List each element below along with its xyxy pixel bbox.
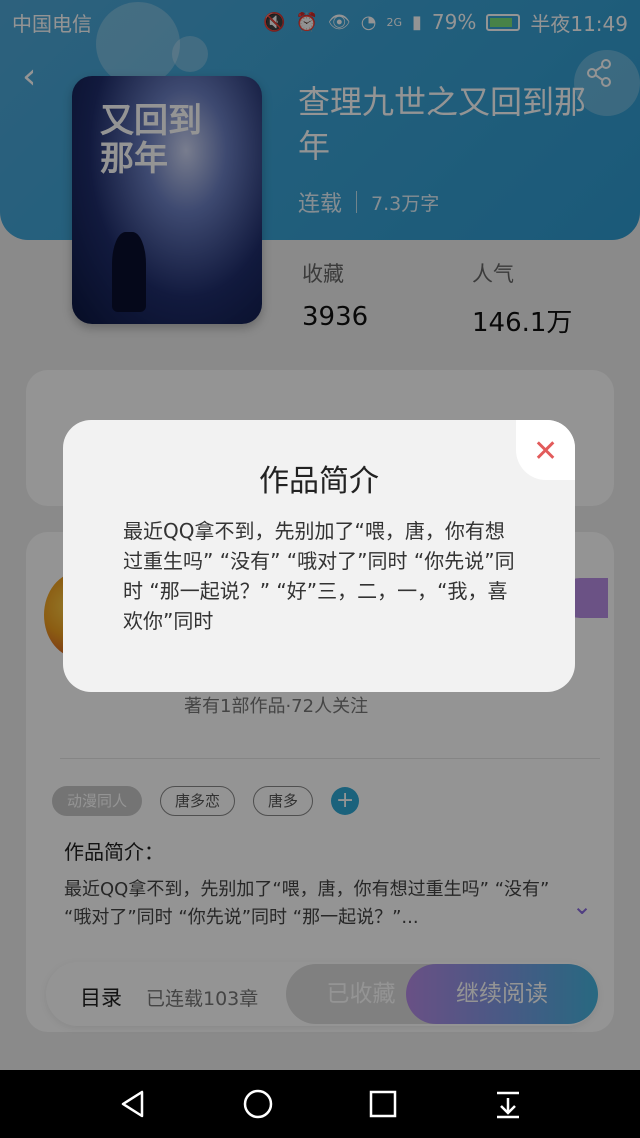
home-nav-icon[interactable] <box>238 1084 278 1124</box>
modal-body: 最近QQ拿不到，先别加了“喂，唐，你有想过重生吗” “没有” “哦对了”同时 “… <box>123 519 515 633</box>
system-nav-bar <box>0 1070 640 1138</box>
modal-title: 作品简介 <box>259 464 379 499</box>
back-nav-icon[interactable] <box>113 1084 153 1124</box>
recents-nav-icon[interactable] <box>363 1084 403 1124</box>
notification-pull-icon[interactable] <box>488 1084 528 1124</box>
intro-modal: ✕ 作品简介 最近QQ拿不到，先别加了“喂，唐，你有想过重生吗” “没有” “哦… <box>63 420 575 692</box>
